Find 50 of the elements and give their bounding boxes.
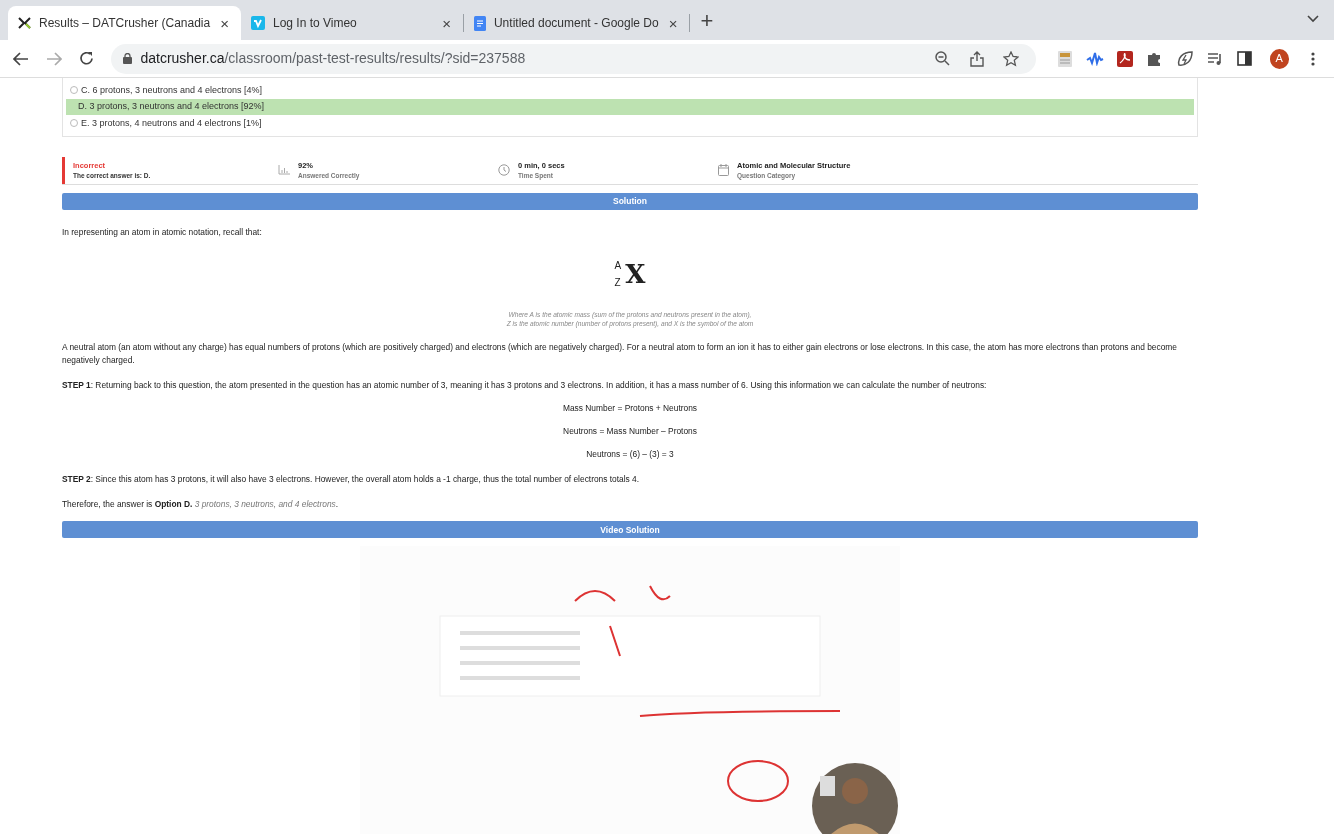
element-symbol: X (625, 257, 646, 291)
puzzle-icon[interactable] (1147, 51, 1163, 66)
tab-title: Results – DATCrusher (Canadia (39, 15, 211, 32)
profile-avatar[interactable]: A (1269, 48, 1289, 69)
address-bar[interactable]: datcrusher.ca/classroom/past-test-results/results/?sid=237588 (111, 43, 1036, 74)
document-icon (473, 15, 486, 31)
playlist-icon[interactable] (1206, 51, 1223, 66)
star-icon[interactable] (1002, 50, 1019, 67)
url-text: datcrusher.ca/classroom/past-test-results/results/?sid=237588 (140, 49, 527, 68)
browser-tab[interactable]: Results – DATCrusher (Canadia × (8, 6, 241, 40)
section-header: Video Solution (62, 521, 1198, 539)
v-logo-icon (250, 16, 265, 30)
mass-symbol: A (614, 259, 622, 273)
lock-icon (123, 53, 133, 64)
share-icon[interactable] (969, 50, 984, 67)
paragraph: STEP 2: Since this atom has 3 protons, it will also have 3 electrons. However, the overall atom holds a -1 charge, thus the total number of electrons totals 4. (62, 473, 641, 487)
waveform-icon[interactable] (1085, 51, 1104, 66)
close-button[interactable]: × (666, 15, 680, 31)
section-header: Solution (62, 192, 1198, 210)
close-button[interactable]: × (440, 15, 453, 31)
equation: Mass Number = Protons + Neutrons (561, 402, 699, 416)
x-logo-icon (18, 17, 31, 29)
new-tab-button[interactable]: + (698, 10, 716, 32)
browser-tab[interactable]: Log In to Vimeo × (240, 6, 463, 40)
answer-option[interactable]: D. 3 protons, 3 neutrons and 4 electrons [92%] (66, 98, 1194, 115)
bar-chart-icon (278, 165, 290, 175)
calculator-icon[interactable] (1057, 50, 1072, 67)
paragraph: Therefore, the answer is Option D. 3 protons, 3 neutrons, and 4 electrons. (62, 498, 340, 512)
tab-title: Log In to Vimeo (272, 15, 358, 32)
paragraph: A neutral atom (an atom without any charge) has equal numbers of protons (which are positively charged) and electrons (which are negatively charged). For a neutral atom to form an ion it has to either gain electrons or lose electrons. In this case, the atom has more electrons than protons and become negatively charged. (62, 341, 1178, 368)
equation: Neutrons = Mass Number – Protons (562, 425, 698, 439)
zoom-out-icon[interactable] (935, 51, 951, 66)
close-button[interactable]: × (218, 15, 231, 31)
leaf-icon[interactable] (1176, 50, 1193, 67)
browser-tab[interactable]: Untitled document - Google Do × (463, 6, 690, 40)
number-symbol: Z (614, 276, 622, 290)
reload-icon[interactable] (79, 51, 95, 66)
back-icon[interactable] (12, 51, 29, 66)
calendar-icon (718, 164, 729, 176)
answer-option[interactable]: C. 6 protons, 3 neutrons and 4 electrons [4%] (66, 82, 1194, 99)
paragraph: In representing an atom in atomic notation, recall that: (62, 225, 263, 239)
equation: Neutrons = (6) – (3) = 3 (585, 448, 675, 462)
side-panel-icon[interactable] (1237, 51, 1253, 66)
clock-icon (498, 164, 510, 176)
tab-list-icon[interactable] (1307, 15, 1319, 23)
tab-title: Untitled document - Google Do (493, 15, 659, 32)
menu-icon[interactable] (1311, 51, 1316, 66)
answer-option[interactable]: E. 3 protons, 4 neutrons and 4 electrons [1%] (66, 115, 1194, 132)
pdf-icon[interactable] (1116, 50, 1133, 67)
paragraph: STEP 1: Returning back to this question, the atom presented in the question has an atomic number of 3, meaning it has 3 protons and 3 electrons. In addition, it has a mass number of 6. Using this information we can calculate the number of neutrons: (62, 379, 988, 393)
